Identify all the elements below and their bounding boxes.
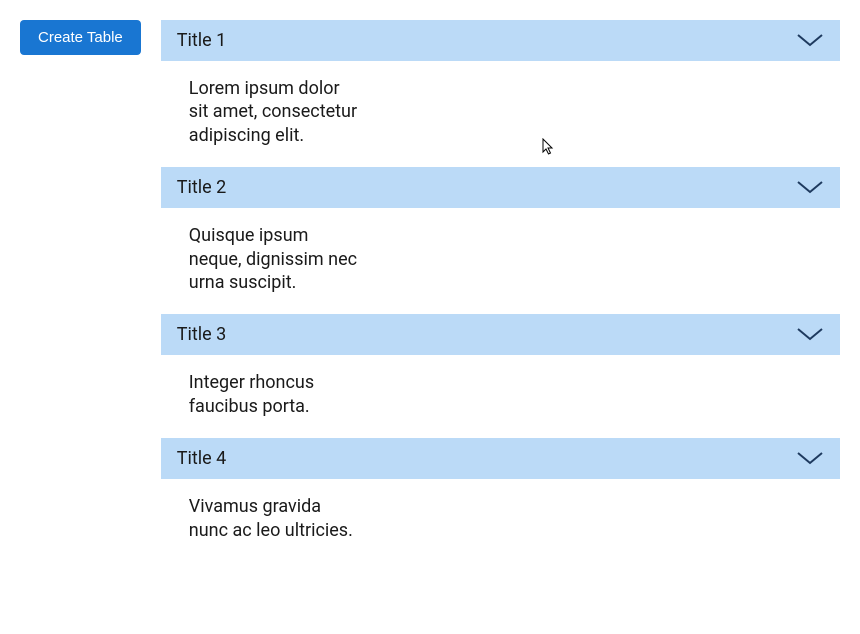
- accordion-item: Title 3 Integer rhoncus faucibus porta.: [161, 314, 840, 438]
- chevron-down-icon: [796, 327, 824, 343]
- accordion-header-1[interactable]: Title 1: [161, 20, 840, 61]
- accordion-title: Title 2: [177, 177, 227, 198]
- accordion-container: Title 1 Lorem ipsum dolor sit amet, cons…: [161, 20, 840, 562]
- chevron-down-icon: [796, 33, 824, 49]
- accordion-item: Title 1 Lorem ipsum dolor sit amet, cons…: [161, 20, 840, 167]
- accordion-item: Title 2 Quisque ipsum neque, dignissim n…: [161, 167, 840, 314]
- chevron-down-icon: [796, 451, 824, 467]
- accordion-content: Quisque ipsum neque, dignissim nec urna …: [161, 208, 391, 314]
- accordion-header-3[interactable]: Title 3: [161, 314, 840, 355]
- accordion-content: Integer rhoncus faucibus porta.: [161, 355, 391, 438]
- accordion-header-2[interactable]: Title 2: [161, 167, 840, 208]
- accordion-item: Title 4 Vivamus gravida nunc ac leo ultr…: [161, 438, 840, 562]
- accordion-title: Title 3: [177, 324, 227, 345]
- sidebar: Create Table: [20, 20, 141, 562]
- create-table-button[interactable]: Create Table: [20, 20, 141, 55]
- accordion-title: Title 1: [177, 30, 227, 51]
- accordion-content: Lorem ipsum dolor sit amet, consectetur …: [161, 61, 391, 167]
- accordion-title: Title 4: [177, 448, 227, 469]
- chevron-down-icon: [796, 180, 824, 196]
- accordion-header-4[interactable]: Title 4: [161, 438, 840, 479]
- accordion-content: Vivamus gravida nunc ac leo ultricies.: [161, 479, 391, 562]
